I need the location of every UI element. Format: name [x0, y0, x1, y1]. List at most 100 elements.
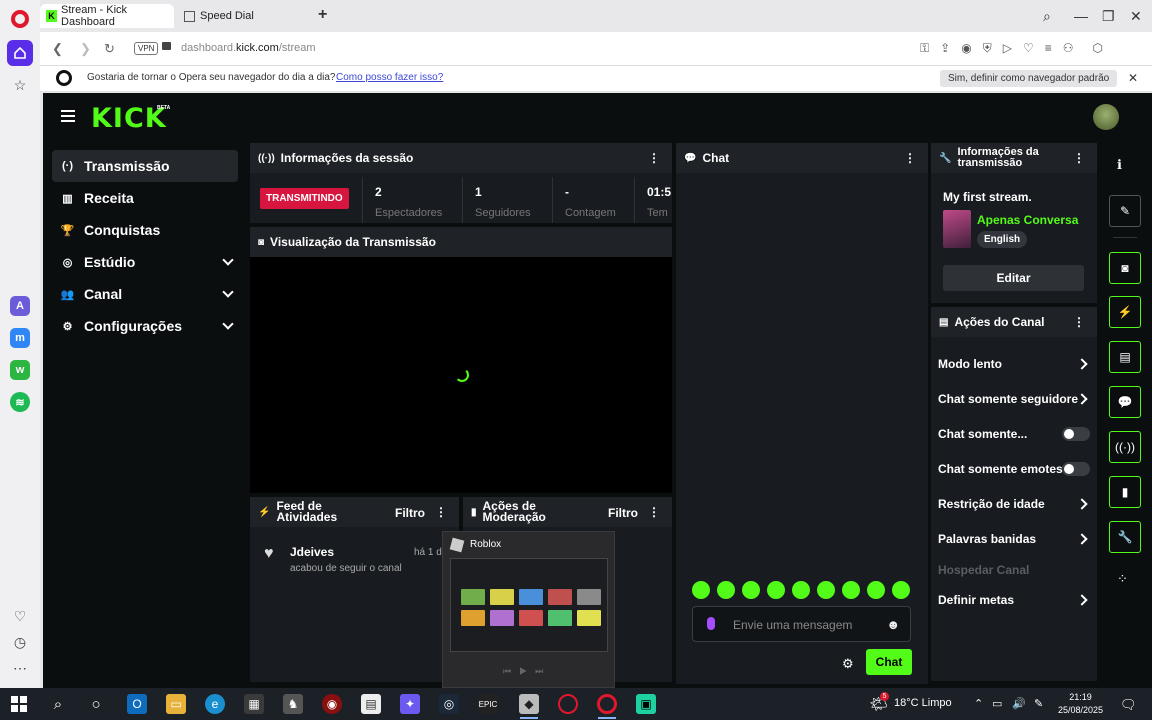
task-view-icon[interactable]: ○ [86, 694, 106, 714]
edit-button[interactable]: Editar [943, 265, 1084, 291]
close-window-button[interactable]: ✕ [1130, 8, 1142, 25]
nav-item-estudio[interactable]: ◎ Estúdio [52, 246, 238, 278]
preview-panel-icon[interactable]: ◙ [1109, 252, 1141, 284]
notes-icon[interactable]: ▤ [1109, 341, 1141, 373]
emote-icon[interactable] [867, 581, 885, 599]
outlook-icon[interactable]: O [127, 694, 147, 714]
play-icon[interactable]: ▷ [1003, 41, 1012, 56]
lock-icon[interactable] [162, 42, 171, 50]
file-explorer-icon[interactable]: ▭ [166, 694, 186, 714]
filter-button[interactable]: Filtro [395, 506, 425, 520]
moderation-icon[interactable]: ▮ [1109, 476, 1141, 508]
nav-item-transmissao[interactable]: (·) Transmissão [52, 150, 238, 182]
emote-icon[interactable] [792, 581, 810, 599]
whatsapp-icon[interactable]: w [10, 360, 30, 380]
filter-button[interactable]: Filtro [608, 506, 638, 520]
chat-send-button[interactable]: Chat [866, 649, 912, 675]
emoji-icon[interactable]: ☻ [886, 617, 900, 632]
emote-icon[interactable] [892, 581, 910, 599]
roblox-icon[interactable]: ◆ [519, 694, 539, 714]
layout-icon[interactable]: ⁘ [1117, 571, 1128, 587]
window-preview[interactable] [450, 558, 608, 652]
forward-button[interactable]: ❯ [80, 41, 91, 57]
bookmark-star-icon[interactable]: ☆ [7, 72, 33, 98]
maximize-button[interactable]: ❐ [1102, 8, 1115, 25]
steam-icon[interactable]: ◎ [439, 694, 459, 714]
action-followers-only[interactable]: Chat somente seguidore [938, 389, 1090, 409]
chat-settings-icon[interactable]: ⚙ [842, 656, 854, 672]
vpn-badge[interactable]: VPN [134, 42, 159, 55]
aria-icon[interactable]: A [10, 296, 30, 316]
chevron-up-icon[interactable]: ⌃ [974, 697, 983, 710]
more-options-icon[interactable]: ⋮ [435, 505, 447, 519]
store-icon[interactable]: ▦ [244, 694, 264, 714]
avatar[interactable] [1093, 104, 1119, 130]
camera-icon[interactable]: ◉ [961, 41, 971, 56]
url-field[interactable]: dashboard.kick.com/stream [181, 42, 316, 54]
menu-icon[interactable]: ≡ [1045, 41, 1052, 56]
lightning-icon[interactable]: ⚡ [1109, 296, 1141, 328]
close-icon[interactable]: ✕ [1128, 71, 1138, 85]
windows-start-icon[interactable] [9, 694, 29, 714]
emote-icon[interactable] [817, 581, 835, 599]
action-slow-mode[interactable]: Modo lento [938, 354, 1090, 374]
more-icon[interactable]: ⋯ [9, 657, 31, 679]
info-icon[interactable]: ℹ [1117, 157, 1122, 173]
tab-kick-dashboard[interactable]: K Stream - Kick Dashboard [40, 4, 174, 28]
kick-app-icon[interactable]: ▣ [636, 694, 656, 714]
edge-icon[interactable]: e [205, 694, 225, 714]
profile-icon[interactable]: ⚇ [1063, 41, 1074, 56]
notepad-icon[interactable]: ▤ [361, 694, 381, 714]
minimize-button[interactable]: — [1074, 8, 1088, 24]
more-options-icon[interactable]: ⋮ [648, 505, 660, 519]
taskbar-thumbnail-popup[interactable]: Roblox ⏮▶⏭ [442, 531, 615, 688]
shield-icon[interactable]: ⛨ [983, 41, 992, 56]
emote-icon[interactable] [742, 581, 760, 599]
more-options-icon[interactable]: ⋮ [1073, 151, 1085, 165]
clock[interactable]: 21:19 25/08/2025 [1058, 691, 1103, 717]
weather-text[interactable]: 18°C Limpo [894, 697, 952, 709]
emote-icon[interactable] [842, 581, 860, 599]
emote-icon[interactable] [767, 581, 785, 599]
opera-gx-icon[interactable] [558, 694, 578, 714]
network-icon[interactable]: ▭ [992, 697, 1002, 710]
back-button[interactable]: ❮ [52, 41, 63, 57]
category-link[interactable]: Apenas Conversa [977, 213, 1078, 227]
feed-username[interactable]: Jdeives [290, 545, 334, 559]
emote-icon[interactable] [717, 581, 735, 599]
broadcast-icon[interactable]: ((·)) [1109, 431, 1141, 463]
app-icon[interactable]: ◉ [322, 694, 342, 714]
spotify-icon[interactable]: ≋ [10, 392, 30, 412]
notifications-icon[interactable]: 🗨 [1120, 697, 1137, 713]
messenger-icon[interactable]: m [10, 328, 30, 348]
heart-icon[interactable]: ♡ [9, 605, 31, 627]
kick-logo[interactable]: KICK [91, 103, 167, 134]
volume-icon[interactable]: 🔊 [1012, 697, 1026, 710]
chat-message-input[interactable]: Envie uma mensagem ☻ [692, 606, 911, 642]
toggle-switch[interactable] [1062, 427, 1090, 441]
search-icon[interactable]: ⌕ [48, 694, 68, 714]
how-to-link[interactable]: Como posso fazer isso? [336, 72, 443, 83]
home-icon[interactable] [7, 40, 33, 66]
action-age-restriction[interactable]: Restrição de idade [938, 494, 1090, 514]
new-tab-button[interactable]: + [318, 7, 327, 23]
more-options-icon[interactable]: ⋮ [648, 151, 660, 165]
history-icon[interactable]: ◷ [9, 631, 31, 653]
nav-item-configuracoes[interactable]: ⚙ Configurações [52, 310, 238, 342]
hamburger-menu-icon[interactable] [61, 110, 75, 122]
microphone-icon[interactable] [707, 617, 715, 630]
nav-item-canal[interactable]: 👥 Canal [52, 278, 238, 310]
extensions-icon[interactable]: ⬡ [1092, 41, 1102, 56]
epic-games-icon[interactable]: EPIC [478, 694, 498, 714]
nav-item-receita[interactable]: ▥ Receita [52, 182, 238, 214]
toggle-switch[interactable] [1062, 462, 1090, 476]
set-default-button[interactable]: Sim, definir como navegador padrão [940, 70, 1118, 87]
game-icon[interactable]: ♞ [283, 694, 303, 714]
share-icon[interactable]: ⇪ [940, 41, 950, 56]
more-options-icon[interactable]: ⋮ [904, 151, 916, 165]
copilot-icon[interactable]: ✦ [400, 694, 420, 714]
pen-icon[interactable]: ✎ [1034, 697, 1043, 710]
pencil-icon[interactable]: ✎ [1109, 195, 1141, 227]
nav-item-conquistas[interactable]: 🏆 Conquistas [52, 214, 238, 246]
wrench-icon[interactable]: 🔧 [1109, 521, 1141, 553]
